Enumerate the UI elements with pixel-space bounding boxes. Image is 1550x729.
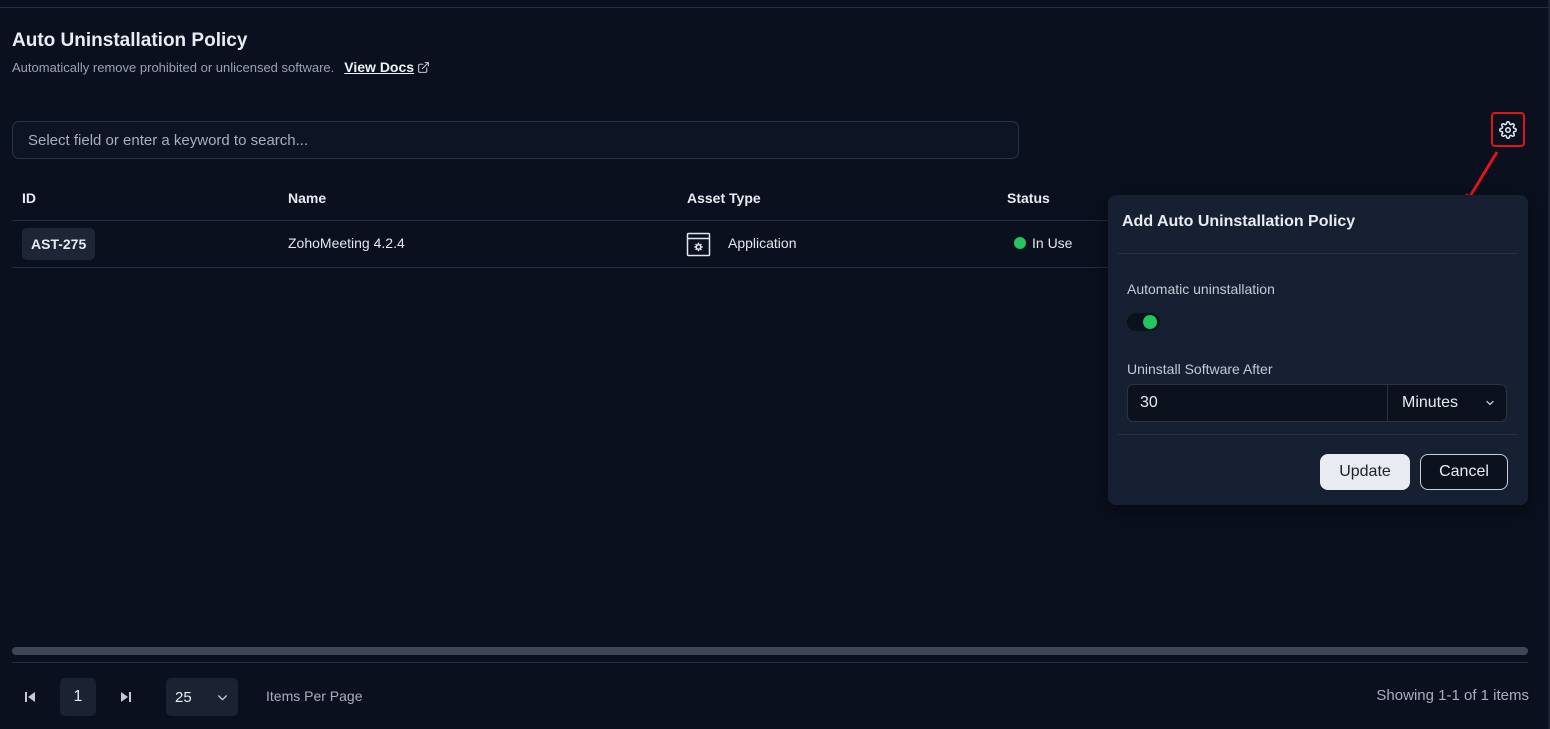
- items-per-page-label: Items Per Page: [266, 688, 363, 704]
- items-per-page-select[interactable]: 25: [166, 678, 238, 716]
- horizontal-scrollbar[interactable]: [12, 647, 1528, 655]
- popover-divider: [1118, 253, 1518, 254]
- asset-id-badge[interactable]: AST-275: [22, 228, 96, 260]
- first-page-icon[interactable]: [21, 688, 39, 706]
- page-subtitle: Automatically remove prohibited or unlic…: [12, 59, 430, 75]
- popover-footer-divider: [1118, 434, 1518, 435]
- search-input[interactable]: [12, 121, 1019, 159]
- chevron-down-icon: [1486, 400, 1494, 406]
- last-page-icon[interactable]: [117, 688, 135, 706]
- gear-icon: [1499, 120, 1517, 139]
- auto-uninstall-label: Automatic uninstallation: [1127, 281, 1275, 297]
- auto-uninstall-toggle[interactable]: [1127, 313, 1160, 331]
- application-icon: [686, 232, 711, 257]
- popover-title: Add Auto Uninstallation Policy: [1122, 213, 1356, 230]
- uninstall-after-input[interactable]: [1127, 384, 1388, 422]
- column-header-status[interactable]: Status: [1007, 190, 1050, 206]
- column-header-asset-type[interactable]: Asset Type: [687, 190, 761, 206]
- view-docs-link[interactable]: View Docs: [344, 59, 430, 75]
- auto-uninstall-policy-popover: Add Auto Uninstallation Policy Automatic…: [1108, 195, 1528, 505]
- asset-type: Application: [728, 235, 797, 251]
- toggle-knob: [1143, 315, 1157, 329]
- external-link-icon: [418, 61, 429, 73]
- status-dot: [1014, 237, 1026, 249]
- update-button[interactable]: Update: [1320, 454, 1410, 490]
- uninstall-after-label: Uninstall Software After: [1127, 361, 1273, 377]
- column-header-id[interactable]: ID: [22, 190, 36, 206]
- current-page-button[interactable]: 1: [60, 678, 96, 716]
- top-divider: [0, 7, 1550, 8]
- per-page-value: 25: [175, 688, 192, 706]
- time-unit-value: Minutes: [1402, 394, 1459, 411]
- subtitle-text: Automatically remove prohibited or unlic…: [12, 59, 335, 75]
- chevron-down-icon: [218, 694, 227, 700]
- column-header-name[interactable]: Name: [288, 190, 326, 206]
- cancel-button[interactable]: Cancel: [1420, 454, 1508, 490]
- showing-count: Showing 1-1 of 1 items: [1376, 687, 1529, 704]
- settings-gear-button[interactable]: [1491, 112, 1525, 147]
- footer-divider: [12, 662, 1528, 663]
- page-title: Auto Uninstallation Policy: [12, 30, 248, 51]
- asset-name: ZohoMeeting 4.2.4: [288, 235, 405, 251]
- status-text: In Use: [1032, 235, 1073, 251]
- status-badge: In Use: [1014, 235, 1072, 251]
- view-docs-label: View Docs: [344, 59, 415, 75]
- time-unit-select[interactable]: Minutes: [1387, 384, 1507, 422]
